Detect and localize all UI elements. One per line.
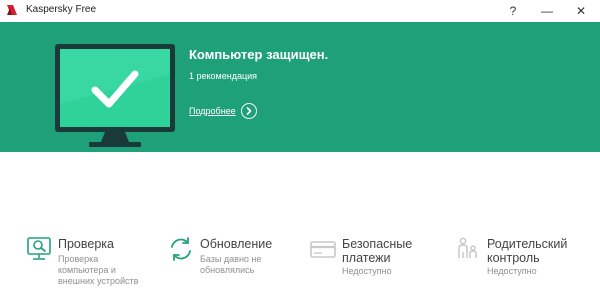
kaspersky-logo-icon — [7, 5, 17, 15]
scan-title: Проверка — [58, 237, 114, 251]
details-link[interactable]: Подробнее — [189, 103, 257, 119]
safe-money-title-line: платежи — [342, 251, 391, 265]
parental-desc: Недоступно — [487, 266, 537, 276]
minimize-button[interactable]: — — [532, 0, 562, 22]
scan-desc-line: Проверка — [58, 254, 99, 264]
update-icon — [171, 237, 191, 261]
recommendations-count[interactable]: 1 рекомендация — [189, 71, 257, 81]
scan-desc-line: внешних устройств — [58, 276, 139, 286]
scan-tile[interactable]: Проверка Проверка компьютера и внешних у… — [26, 234, 164, 290]
close-button[interactable]: ✕ — [566, 0, 596, 22]
safe-money-desc: Недоступно — [342, 266, 392, 276]
parental-control-tile[interactable]: Родительский контроль Недоступно — [455, 234, 593, 290]
card-icon — [310, 241, 336, 258]
update-desc-line: обновлялись — [200, 265, 255, 275]
update-title: Обновление — [200, 237, 273, 251]
family-icon — [458, 237, 477, 258]
scan-desc-line: компьютера и — [58, 265, 116, 275]
title-bar: Kaspersky Free ? — ✕ — [0, 0, 600, 22]
update-desc-line: Базы давно не — [200, 254, 262, 264]
details-label[interactable]: Подробнее — [189, 106, 236, 116]
window-title: Kaspersky Free — [26, 4, 97, 15]
safe-money-title-line: Безопасные — [342, 237, 413, 251]
status-banner: Компьютер защищен. 1 рекомендация Подроб… — [0, 22, 600, 152]
scan-icon — [27, 237, 51, 260]
protection-status-title: Компьютер защищен. — [189, 47, 329, 62]
arrow-right-icon[interactable] — [240, 103, 257, 119]
protected-monitor-icon — [55, 44, 175, 147]
help-button[interactable]: ? — [498, 0, 528, 22]
parental-title-line: Родительский — [487, 237, 568, 251]
parental-title-line: контроль — [487, 251, 540, 265]
safe-money-tile[interactable]: Безопасные платежи Недоступно — [310, 234, 448, 290]
update-tile[interactable]: Обновление Базы давно не обновлялись — [168, 234, 306, 290]
